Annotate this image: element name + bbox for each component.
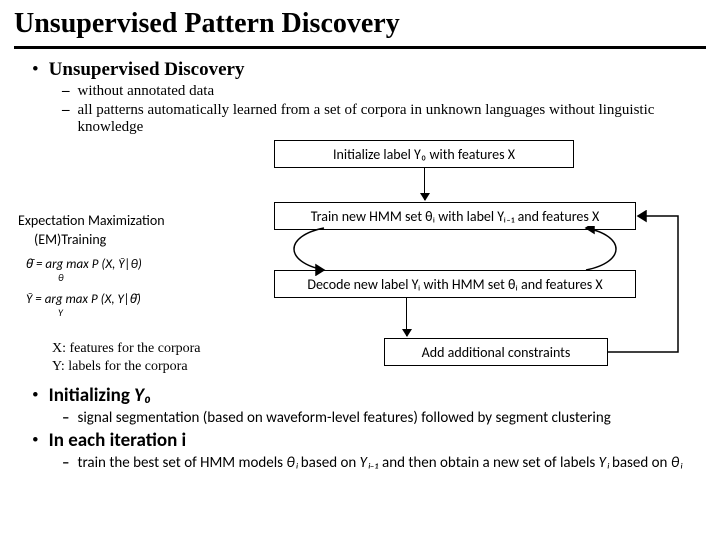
em-math-block: Expectation Maximization (EM)Training θ̄… xyxy=(18,212,238,326)
page-title: Unsupervised Pattern Discovery xyxy=(14,8,706,46)
em-flow-diagram: Initialize label Y₀ with features X Trai… xyxy=(14,140,706,382)
init-heading-math: Y₀ xyxy=(134,384,151,407)
bullet-each-iteration: • In each iteration i xyxy=(32,429,706,452)
t: Yᵢ₋₁ xyxy=(360,454,379,472)
bullet-text: all patterns automatically learned from … xyxy=(78,102,688,136)
bullet-text: without annotated data xyxy=(78,83,215,100)
iter-sub-text: train the best set of HMM models θᵢ base… xyxy=(77,454,681,472)
em-title: Expectation Maximization xyxy=(18,212,238,231)
init-sub-text: signal segmentation (based on waveform-l… xyxy=(77,409,610,427)
bullet-init-sub: – signal segmentation (based on waveform… xyxy=(62,409,706,427)
t: based on xyxy=(297,454,359,472)
t: θᵢ xyxy=(286,454,297,472)
box-text: Decode new label Yᵢ with HMM set θᵢ and … xyxy=(307,276,602,293)
t: and then obtain a new set of labels xyxy=(379,454,599,472)
def-y: Y: labels for the corpora xyxy=(52,358,200,376)
init-heading-text: Initializing xyxy=(49,384,134,407)
t: train the best set of HMM models xyxy=(77,454,286,472)
box-text: Add additional constraints xyxy=(422,344,571,361)
eq-lhs: θ̄ = xyxy=(26,257,42,272)
iter-heading-text: In each iteration i xyxy=(49,429,187,452)
em-sub: (EM)Training xyxy=(34,231,238,250)
arc-right xyxy=(274,226,636,276)
bullet-unsupervised-discovery: • Unsupervised Discovery xyxy=(32,59,706,81)
t: based on xyxy=(609,454,671,472)
box-constraints: Add additional constraints xyxy=(384,338,608,366)
t: θᵢ xyxy=(671,454,682,472)
eq2-under: Y xyxy=(58,306,238,320)
feedback-arrow xyxy=(608,210,708,360)
box-text: Train new HMM set θᵢ with label Yᵢ₋₁ and… xyxy=(311,208,600,225)
bullet-iter-sub: – train the best set of HMM models θᵢ ba… xyxy=(62,454,706,472)
eq-rhs: arg max P (X, Ȳ|θ) xyxy=(45,257,141,272)
t: Yᵢ xyxy=(599,454,609,472)
bullet-auto-learned: – all patterns automatically learned fro… xyxy=(62,102,706,136)
box-initialize: Initialize label Y₀ with features X xyxy=(274,140,574,168)
variable-defs: X: features for the corpora Y: labels fo… xyxy=(52,340,200,375)
def-x: X: features for the corpora xyxy=(52,340,200,358)
eq1-under: θ xyxy=(58,271,238,285)
arrow-down-2 xyxy=(406,298,407,336)
bullet-initializing: • Initializing Y₀ xyxy=(32,384,706,407)
title-underline xyxy=(14,46,706,49)
eq-lhs: Ȳ = xyxy=(26,292,42,307)
bullet-text: Unsupervised Discovery xyxy=(49,59,245,81)
box-text: Initialize label Y₀ with features X xyxy=(333,146,515,163)
bullet-without-annotated: – without annotated data xyxy=(62,83,706,100)
arrow-down-1 xyxy=(424,168,425,200)
eq-rhs: arg max P (X, Y|θ̄) xyxy=(45,292,141,307)
